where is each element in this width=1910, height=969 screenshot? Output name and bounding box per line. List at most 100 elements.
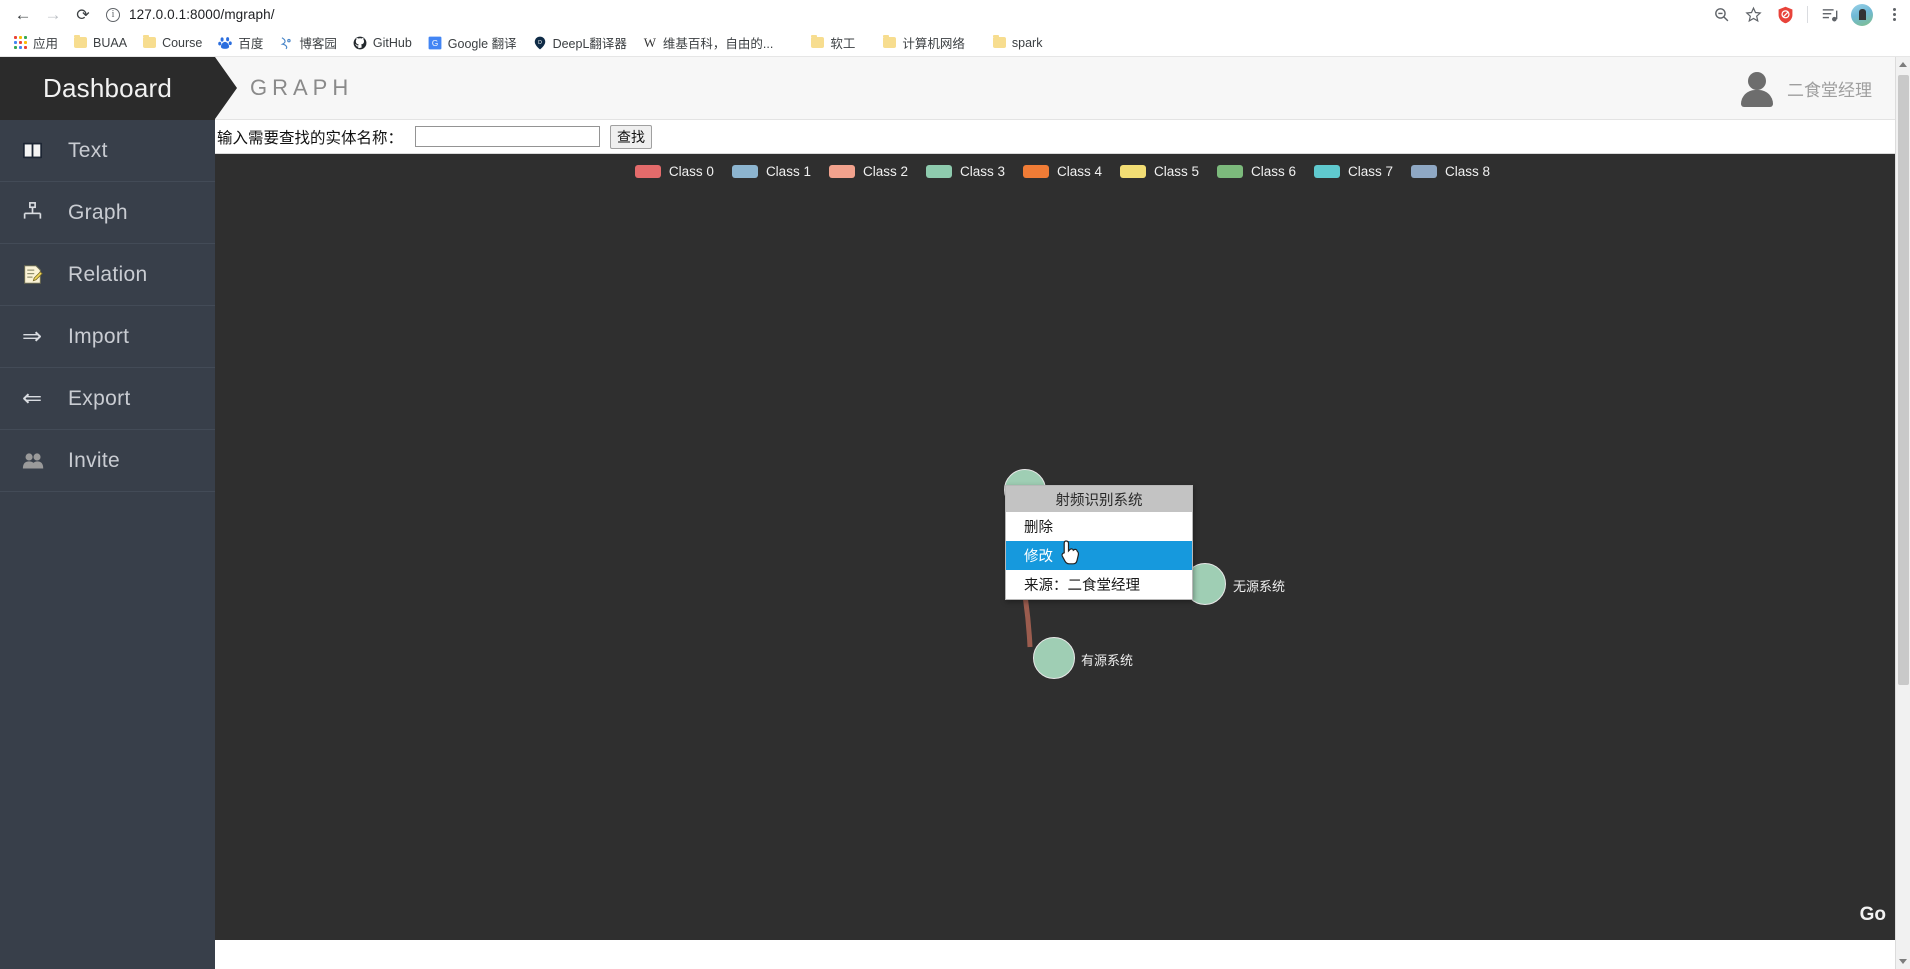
folder-icon xyxy=(143,35,157,48)
folder-icon xyxy=(992,35,1006,48)
bookmark-label: GitHub xyxy=(372,35,412,50)
legend-item-class-6[interactable]: Class 6 xyxy=(1217,164,1296,179)
toolbar-divider xyxy=(1807,6,1808,23)
page-scrollbar[interactable] xyxy=(1895,57,1910,969)
graph-canvas[interactable]: Class 0 Class 1 Class 2 Class 3 Class 4 xyxy=(215,154,1910,940)
bookmark-baidu[interactable]: 百度 xyxy=(210,32,271,54)
bookmark-label: 维基百科，自由的... xyxy=(662,37,774,51)
bookmark-label: 博客园 xyxy=(299,37,337,51)
legend-swatch-icon xyxy=(634,164,661,178)
legend-label: Class 2 xyxy=(862,163,908,179)
node-context-menu[interactable]: 射频识别系统 删除 修改 来源：二食堂经理 xyxy=(1005,485,1193,600)
omnibox-actions xyxy=(1705,2,1910,28)
context-menu-item-modify[interactable]: 修改 xyxy=(1006,541,1192,570)
legend-item-class-7[interactable]: Class 7 xyxy=(1314,164,1393,179)
legend-item-class-8[interactable]: Class 8 xyxy=(1411,164,1490,179)
legend-label: Class 3 xyxy=(959,163,1005,179)
legend-item-class-1[interactable]: Class 1 xyxy=(731,163,811,179)
legend-label: Class 5 xyxy=(1154,163,1200,179)
legend-swatch-icon xyxy=(1411,164,1438,178)
bookmark-wikipedia[interactable]: W 维基百科，自由的... xyxy=(635,32,781,54)
sidebar-item-export[interactable]: ⇐ Export xyxy=(0,368,215,430)
bookmark-label: 应用 xyxy=(33,37,59,51)
bookmark-label: BUAA xyxy=(93,35,128,50)
sidebar-item-label: Export xyxy=(68,386,131,410)
cnblogs-icon xyxy=(279,36,293,50)
legend-item-class-0[interactable]: Class 0 xyxy=(634,164,714,179)
legend-swatch-icon xyxy=(828,164,855,178)
graph-node-label-passive-system: 无源系统 xyxy=(1233,579,1286,594)
legend-item-class-3[interactable]: Class 3 xyxy=(925,163,1005,179)
sidebar-item-graph[interactable]: Graph xyxy=(0,182,215,244)
graph-node-active-system[interactable] xyxy=(1033,637,1075,679)
bookmark-deepl[interactable]: D DeepL翻译器 xyxy=(525,32,635,54)
go-button[interactable]: Go xyxy=(1860,904,1886,926)
user-info[interactable]: 二食堂经理 xyxy=(1737,57,1872,120)
shield-icon[interactable] xyxy=(1769,2,1801,28)
address-bar[interactable]: i 127.0.0.1:8000/mgraph/ xyxy=(106,3,1695,27)
search-input[interactable] xyxy=(415,126,601,147)
bookmark-label: Course xyxy=(162,35,203,50)
site-info-icon[interactable]: i xyxy=(106,7,120,22)
legend-label: Class 1 xyxy=(765,163,811,179)
header-arrow-decoration xyxy=(215,57,237,119)
legend-item-class-4[interactable]: Class 4 xyxy=(1022,164,1102,179)
legend-swatch-icon xyxy=(925,164,952,178)
bookmark-spark[interactable]: spark xyxy=(985,32,1051,54)
apps-grid-icon xyxy=(14,36,27,49)
bookmark-computer-network[interactable]: 计算机网络 xyxy=(875,32,973,54)
browser-nav-bar: ← → ⟳ i 127.0.0.1:8000/mgraph/ xyxy=(0,0,1910,29)
bookmark-label: spark xyxy=(1011,35,1043,50)
bookmark-label: DeepL翻译器 xyxy=(552,37,627,51)
context-menu-item-source[interactable]: 来源：二食堂经理 xyxy=(1006,570,1192,599)
bookmark-cnblogs[interactable]: 博客园 xyxy=(271,32,345,54)
sidebar-item-label: Relation xyxy=(68,262,148,286)
user-avatar-icon xyxy=(1737,69,1777,109)
class-legend: Class 0 Class 1 Class 2 Class 3 Class 4 xyxy=(215,154,1910,188)
search-button[interactable]: 查找 xyxy=(610,124,653,149)
bookmark-course[interactable]: Course xyxy=(135,32,210,54)
kebab-menu-icon[interactable] xyxy=(1878,2,1910,28)
legend-label: Class 8 xyxy=(1445,163,1491,179)
sidebar: Dashboard Text Graph Relation ⇒ Import ⇐… xyxy=(0,57,215,969)
back-icon[interactable]: ← xyxy=(8,2,38,28)
import-arrow-icon: ⇒ xyxy=(22,323,43,350)
bookmark-label: 计算机网络 xyxy=(902,37,965,51)
bookmark-label: Google 翻译 xyxy=(447,37,517,51)
forward-icon[interactable]: → xyxy=(38,2,68,28)
legend-swatch-icon xyxy=(731,164,758,178)
bookmark-google-translate[interactable]: G Google 翻译 xyxy=(420,32,525,54)
reload-icon[interactable]: ⟳ xyxy=(68,2,98,28)
legend-swatch-icon xyxy=(1314,164,1341,178)
sidebar-item-text[interactable]: Text xyxy=(0,120,215,182)
scrollbar-thumb[interactable] xyxy=(1898,75,1909,685)
user-name: 二食堂经理 xyxy=(1787,81,1872,100)
sidebar-item-relation[interactable]: Relation xyxy=(0,244,215,306)
bookmark-github[interactable]: GitHub xyxy=(345,32,420,54)
wikipedia-icon: W xyxy=(643,34,657,50)
profile-avatar-icon[interactable] xyxy=(1846,2,1878,28)
legend-item-class-5[interactable]: Class 5 xyxy=(1120,164,1199,179)
sidebar-item-invite[interactable]: Invite xyxy=(0,430,215,492)
bookmark-apps[interactable]: 应用 xyxy=(6,32,66,54)
bookmark-label: 软工 xyxy=(830,37,856,51)
sidebar-item-import[interactable]: ⇒ Import xyxy=(0,306,215,368)
media-list-icon[interactable] xyxy=(1814,2,1846,28)
scroll-down-arrow-icon[interactable] xyxy=(1899,959,1907,964)
context-menu-title: 射频识别系统 xyxy=(1006,486,1192,512)
export-arrow-icon: ⇐ xyxy=(22,385,43,412)
deepl-icon: D xyxy=(533,36,547,50)
book-icon xyxy=(22,141,56,160)
bookmark-buaa[interactable]: BUAA xyxy=(66,32,135,54)
bookmark-label: 百度 xyxy=(238,37,264,51)
baidu-icon xyxy=(218,36,233,50)
sidebar-item-label: Text xyxy=(68,138,108,162)
legend-item-class-2[interactable]: Class 2 xyxy=(828,163,908,179)
legend-label: Class 6 xyxy=(1251,163,1297,179)
context-menu-item-delete[interactable]: 删除 xyxy=(1006,512,1192,541)
scroll-up-arrow-icon[interactable] xyxy=(1899,62,1907,67)
google-translate-icon: G xyxy=(428,36,442,50)
zoom-out-icon[interactable] xyxy=(1705,2,1737,28)
bookmark-ruangong[interactable]: 软工 xyxy=(803,32,863,54)
star-icon[interactable] xyxy=(1737,2,1769,28)
